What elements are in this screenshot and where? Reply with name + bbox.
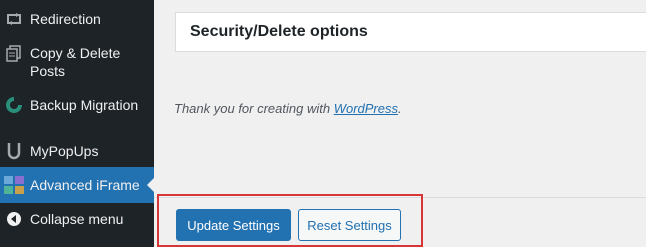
highlight-box	[157, 194, 423, 247]
backup-icon	[4, 95, 24, 115]
iframe-icon	[4, 175, 24, 195]
sidebar-item-copy-delete-posts[interactable]: Copy & Delete Posts	[0, 44, 154, 82]
popup-icon	[4, 141, 24, 161]
sidebar-item-advanced-iframe[interactable]: Advanced iFrame	[0, 167, 155, 203]
sidebar-item-label: Copy & Delete Posts	[30, 45, 121, 79]
sidebar-item-label: Backup Migration	[30, 97, 139, 113]
sidebar-item-label: Collapse menu	[30, 211, 124, 227]
copy-icon	[4, 44, 24, 64]
wordpress-link[interactable]: WordPress	[334, 101, 398, 116]
admin-sidebar: Redirection Copy & Delete Posts Backup M…	[0, 0, 155, 247]
sidebar-item-label: Redirection	[30, 11, 101, 27]
sidebar-item-redirection[interactable]: Redirection	[0, 8, 154, 30]
admin-footer-text: Thank you for creating with WordPress.	[174, 101, 402, 116]
sidebar-item-backup-migration[interactable]: Backup Migration	[0, 94, 154, 116]
sidebar-item-label: MyPopUps	[30, 143, 99, 159]
collapse-menu-button[interactable]: Collapse menu	[0, 208, 154, 230]
section-title: Security/Delete options	[190, 23, 368, 40]
collapse-icon	[4, 209, 24, 229]
sidebar-item-label: Advanced iFrame	[30, 177, 140, 193]
sidebar-item-mypopups[interactable]: MyPopUps	[0, 140, 154, 162]
redirect-icon	[4, 9, 24, 29]
settings-section-panel[interactable]: Security/Delete options	[175, 12, 646, 52]
